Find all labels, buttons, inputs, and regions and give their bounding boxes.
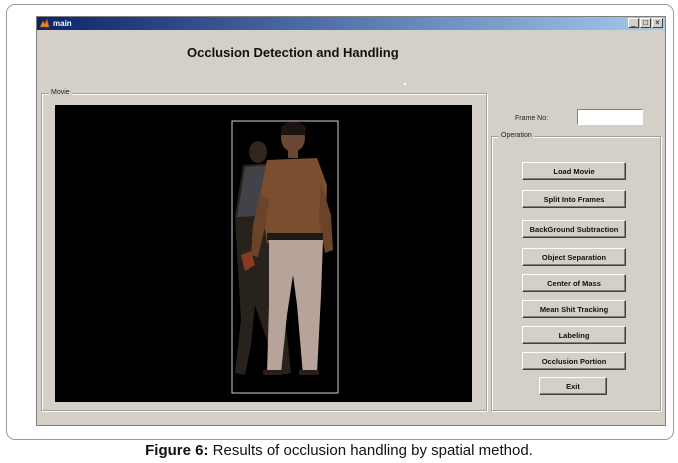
center-of-mass-button[interactable]: Center of Mass	[522, 274, 626, 292]
stray-dot	[404, 83, 406, 85]
close-button[interactable]: ×	[652, 18, 663, 28]
title-bar[interactable]: main _ □ ×	[37, 17, 665, 30]
frame-number-input[interactable]	[577, 109, 643, 125]
exit-button[interactable]: Exit	[539, 377, 607, 395]
minimize-button[interactable]: _	[628, 18, 639, 28]
operation-group-label: Operation	[499, 131, 534, 141]
split-into-frames-button[interactable]: Split Into Frames	[522, 190, 626, 208]
figure-caption: Figure 6: Results of occlusion handling …	[0, 442, 678, 459]
object-separation-button[interactable]: Object Separation	[522, 248, 626, 266]
tracked-people-image	[55, 105, 472, 402]
app-window: main _ □ × Occlusion Detection and Handl…	[36, 16, 666, 426]
movie-display	[55, 105, 472, 402]
maximize-button[interactable]: □	[640, 18, 651, 28]
page-title: Occlusion Detection and Handling	[187, 45, 399, 60]
movie-group-label: Movie	[49, 88, 72, 98]
frame-number-label: Frame No:	[515, 115, 549, 122]
occlusion-portion-button[interactable]: Occlusion Portion	[522, 352, 626, 370]
background-subtraction-button[interactable]: BackGround Subtraction	[522, 220, 626, 238]
caption-text: Results of occlusion handling by spatial…	[208, 442, 533, 459]
mean-shift-tracking-button[interactable]: Mean Shit Tracking	[522, 300, 626, 318]
matlab-icon	[39, 18, 50, 28]
window-title: main	[53, 19, 72, 28]
labeling-button[interactable]: Labeling	[522, 326, 626, 344]
load-movie-button[interactable]: Load Movie	[522, 162, 626, 180]
caption-prefix: Figure 6:	[145, 442, 209, 459]
